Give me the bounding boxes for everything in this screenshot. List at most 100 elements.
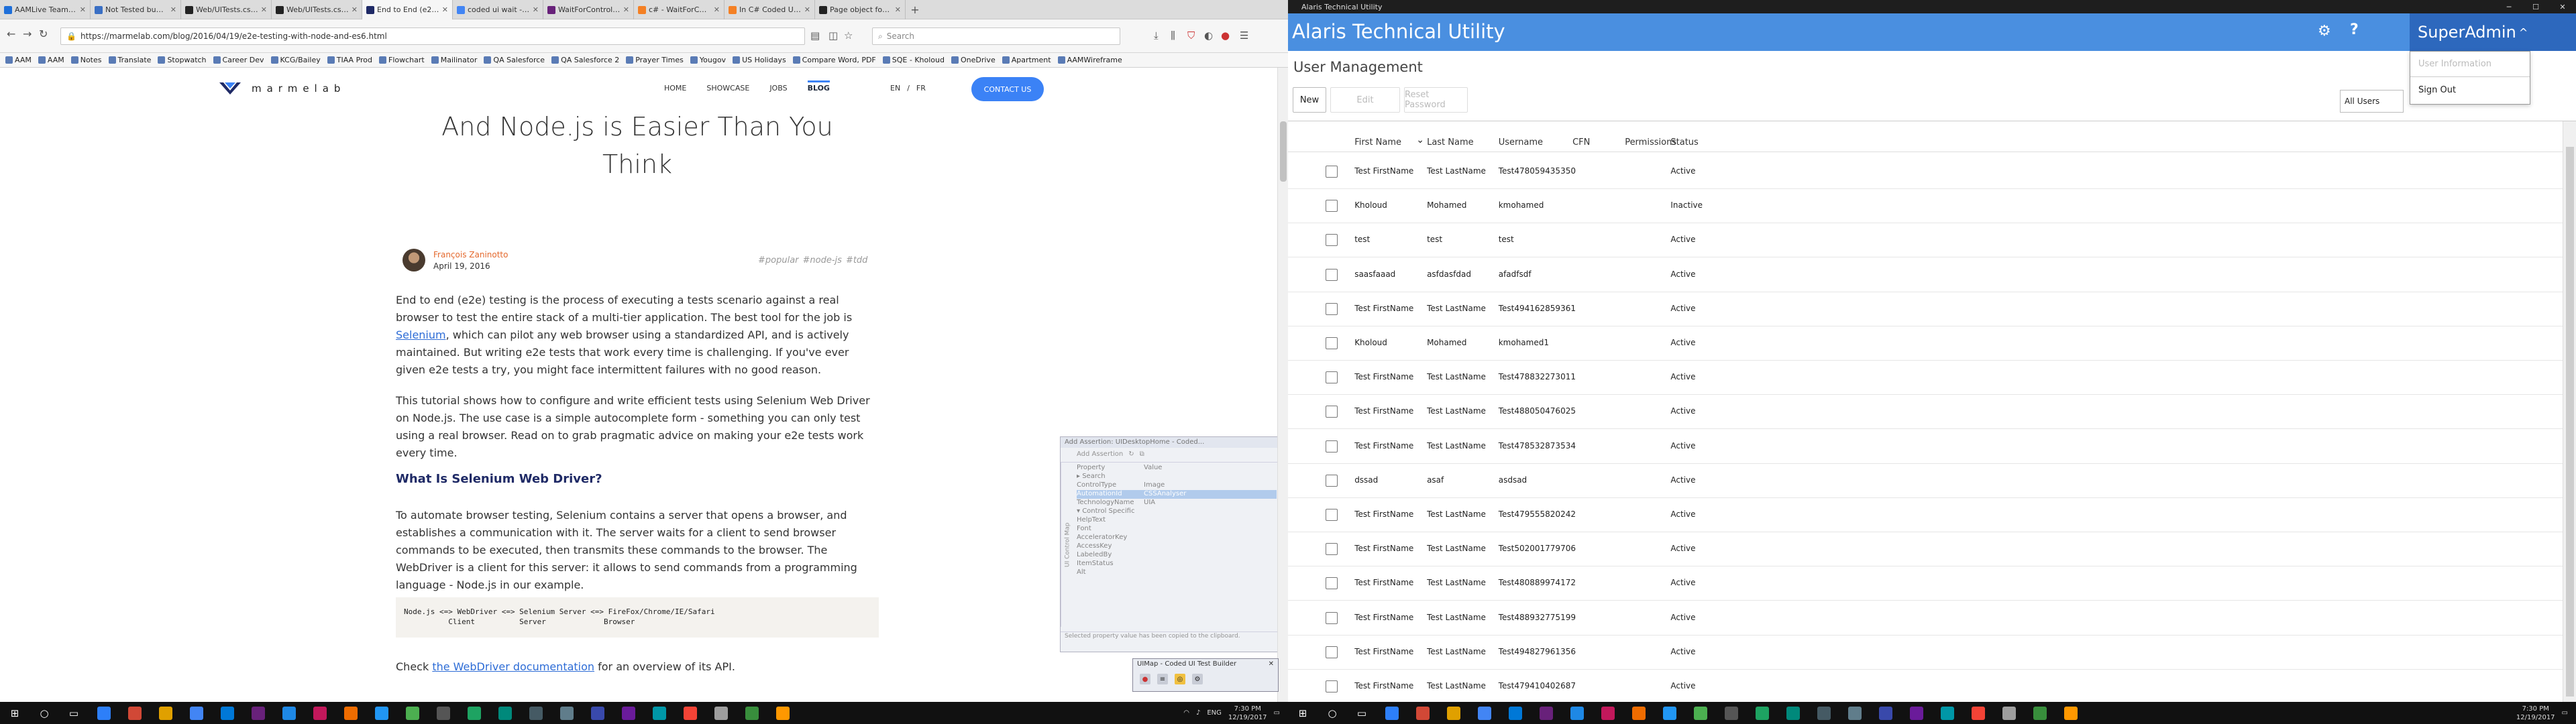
- close-tab-icon[interactable]: ✕: [714, 5, 720, 14]
- table-row[interactable]: Kholoud Mohamed kmohamed Inactive: [1288, 189, 2563, 224]
- user-menu-button[interactable]: SuperAdmin ^: [2410, 13, 2576, 51]
- close-tab-icon[interactable]: ✕: [80, 5, 86, 14]
- taskbar-app-icon[interactable]: [428, 702, 459, 724]
- bookmark-star-icon[interactable]: ☆: [844, 29, 853, 42]
- bookmark-item[interactable]: Apartment: [1002, 56, 1051, 64]
- row-checkbox[interactable]: [1326, 474, 1338, 487]
- taskbar-app-icon[interactable]: [1562, 702, 1593, 724]
- taskbar-app-icon[interactable]: [335, 702, 366, 724]
- scroll-thumb[interactable]: [2566, 147, 2574, 697]
- address-bar[interactable]: 🔒 https://marmelab.com/blog/2016/04/19/e…: [60, 27, 805, 45]
- taskbar-app-icon[interactable]: [1623, 702, 1654, 724]
- bookmark-item[interactable]: Career Dev: [213, 56, 264, 64]
- browser-tab[interactable]: Not Tested bugs ba✕: [91, 0, 181, 19]
- taskbar-app-icon[interactable]: [2055, 702, 2086, 724]
- menu-sign-out[interactable]: Sign Out: [2410, 77, 2530, 103]
- page-scrollbar[interactable]: [1277, 68, 1288, 702]
- table-row[interactable]: Test FirstName Test LastName Test494162859…: [1288, 292, 2563, 326]
- bookmark-item[interactable]: SQE - Kholoud: [882, 56, 945, 64]
- bookmark-item[interactable]: OneDrive: [951, 56, 996, 64]
- table-row[interactable]: dssad asaf asdsad Active: [1288, 464, 2563, 498]
- bookmark-item[interactable]: QA Salesforce: [484, 56, 545, 64]
- row-checkbox[interactable]: [1326, 166, 1338, 178]
- row-checkbox[interactable]: [1326, 611, 1338, 624]
- new-tab-icon[interactable]: +: [906, 0, 924, 19]
- author-name-link[interactable]: François Zaninotto: [433, 250, 508, 259]
- taskbar-app-icon[interactable]: [1778, 702, 1809, 724]
- row-checkbox[interactable]: [1326, 268, 1338, 281]
- taskbar-app-icon[interactable]: [1500, 702, 1531, 724]
- contact-button[interactable]: CONTACT US: [971, 77, 1044, 101]
- property-row[interactable]: ▸ Search: [1077, 473, 1277, 481]
- table-row[interactable]: Kholoud Mohamed kmohamed1 Active: [1288, 326, 2563, 361]
- notification-icon[interactable]: ▭: [1274, 709, 1280, 717]
- table-row[interactable]: Test FirstName Test LastName Test479555820…: [1288, 498, 2563, 532]
- browser-tab[interactable]: Page object for test✕: [815, 0, 906, 19]
- lang-fr-link[interactable]: FR: [916, 84, 926, 93]
- extension-icon[interactable]: ◐: [1204, 29, 1213, 42]
- clock[interactable]: 7:30 PM 12/19/2017: [1228, 705, 1267, 722]
- taskbar-app-icon[interactable]: [706, 702, 737, 724]
- crosshair-icon[interactable]: ◎: [1175, 674, 1185, 684]
- taskbar-app-icon[interactable]: [551, 702, 582, 724]
- tag-link[interactable]: #tdd: [846, 255, 868, 265]
- gear-icon[interactable]: ⚙: [2318, 23, 2331, 40]
- property-row[interactable]: ▾ Control Specific: [1077, 507, 1277, 516]
- taskbar-app-icon[interactable]: [490, 702, 521, 724]
- row-checkbox[interactable]: [1326, 371, 1338, 384]
- table-row[interactable]: Test FirstName Test LastName Test494827961…: [1288, 636, 2563, 670]
- row-checkbox[interactable]: [1326, 543, 1338, 556]
- edit-button[interactable]: Edit: [1330, 87, 1400, 113]
- property-row[interactable]: HelpText: [1077, 516, 1277, 525]
- taskbar-app-icon[interactable]: [1593, 702, 1623, 724]
- site-menu-blog[interactable]: BLOG: [807, 80, 830, 93]
- property-row[interactable]: AcceleratorKey: [1077, 534, 1277, 542]
- browser-tab[interactable]: In C# Coded UI is th✕: [724, 0, 815, 19]
- browser-tab[interactable]: Web/UITests.cs at ✕: [272, 0, 362, 19]
- bookmark-item[interactable]: Yougov: [690, 56, 726, 64]
- close-tab-icon[interactable]: ✕: [533, 5, 539, 14]
- sort-chevron-icon[interactable]: ⌄: [1416, 135, 1424, 145]
- browser-tab[interactable]: AAMLive Team-Spri✕: [0, 0, 91, 19]
- close-window-icon[interactable]: ✕: [2549, 0, 2576, 13]
- browser-tab[interactable]: WaitForControlRea ✕: [543, 0, 634, 19]
- site-logo[interactable]: marmelab: [218, 80, 345, 97]
- property-row[interactable]: TechnologyName UIA: [1077, 499, 1277, 507]
- copy-icon[interactable]: ⧉: [1140, 450, 1144, 459]
- tag-link[interactable]: #node-js: [803, 255, 842, 265]
- pocket-icon[interactable]: ◫: [828, 29, 838, 42]
- forward-icon[interactable]: →: [23, 27, 32, 40]
- record-icon[interactable]: ●: [1140, 674, 1150, 684]
- refresh-icon[interactable]: ↻: [1128, 450, 1134, 459]
- close-tab-icon[interactable]: ✕: [170, 5, 176, 14]
- taskbar-app-icon[interactable]: [181, 702, 212, 724]
- property-row[interactable]: AutomationId CSSAnalyser: [1077, 490, 1277, 499]
- recorded-steps-icon[interactable]: ≡: [1157, 674, 1168, 684]
- adblock-icon[interactable]: ⛉: [1187, 29, 1195, 42]
- table-row[interactable]: Test FirstName Test LastName Test480889974…: [1288, 566, 2563, 601]
- table-row[interactable]: Test FirstName Test LastName Test488050476…: [1288, 395, 2563, 430]
- column-header-username[interactable]: Username: [1499, 137, 1543, 147]
- table-row[interactable]: Test FirstName Test LastName Test478059435…: [1288, 155, 2563, 189]
- table-row[interactable]: Test FirstName Test LastName Test502001779…: [1288, 532, 2563, 567]
- site-menu-home[interactable]: HOME: [664, 84, 686, 93]
- taskbar-app-icon[interactable]: [737, 702, 767, 724]
- taskbar-app-icon[interactable]: [1685, 702, 1716, 724]
- row-checkbox[interactable]: [1326, 680, 1338, 692]
- close-tab-icon[interactable]: ✕: [442, 5, 448, 14]
- bookmark-item[interactable]: Notes: [70, 56, 102, 64]
- taskbar-app-icon[interactable]: [1994, 702, 2025, 724]
- extension-red-icon[interactable]: ●: [1221, 29, 1230, 42]
- back-icon[interactable]: ←: [7, 27, 15, 40]
- close-icon[interactable]: ✕: [1269, 660, 1274, 668]
- taskbar-app-icon[interactable]: [366, 702, 397, 724]
- close-tab-icon[interactable]: ✕: [261, 5, 267, 14]
- close-tab-icon[interactable]: ✕: [623, 5, 629, 14]
- taskbar-app-icon[interactable]: [521, 702, 551, 724]
- taskbar-app-icon[interactable]: [1438, 702, 1469, 724]
- column-header-permissions[interactable]: Permissions: [1625, 137, 1676, 147]
- property-row[interactable]: ItemStatus: [1077, 560, 1277, 568]
- ui-control-map-tab[interactable]: UI Control Map: [1061, 463, 1074, 627]
- row-checkbox[interactable]: [1326, 646, 1338, 658]
- property-row[interactable]: Alt: [1077, 568, 1277, 577]
